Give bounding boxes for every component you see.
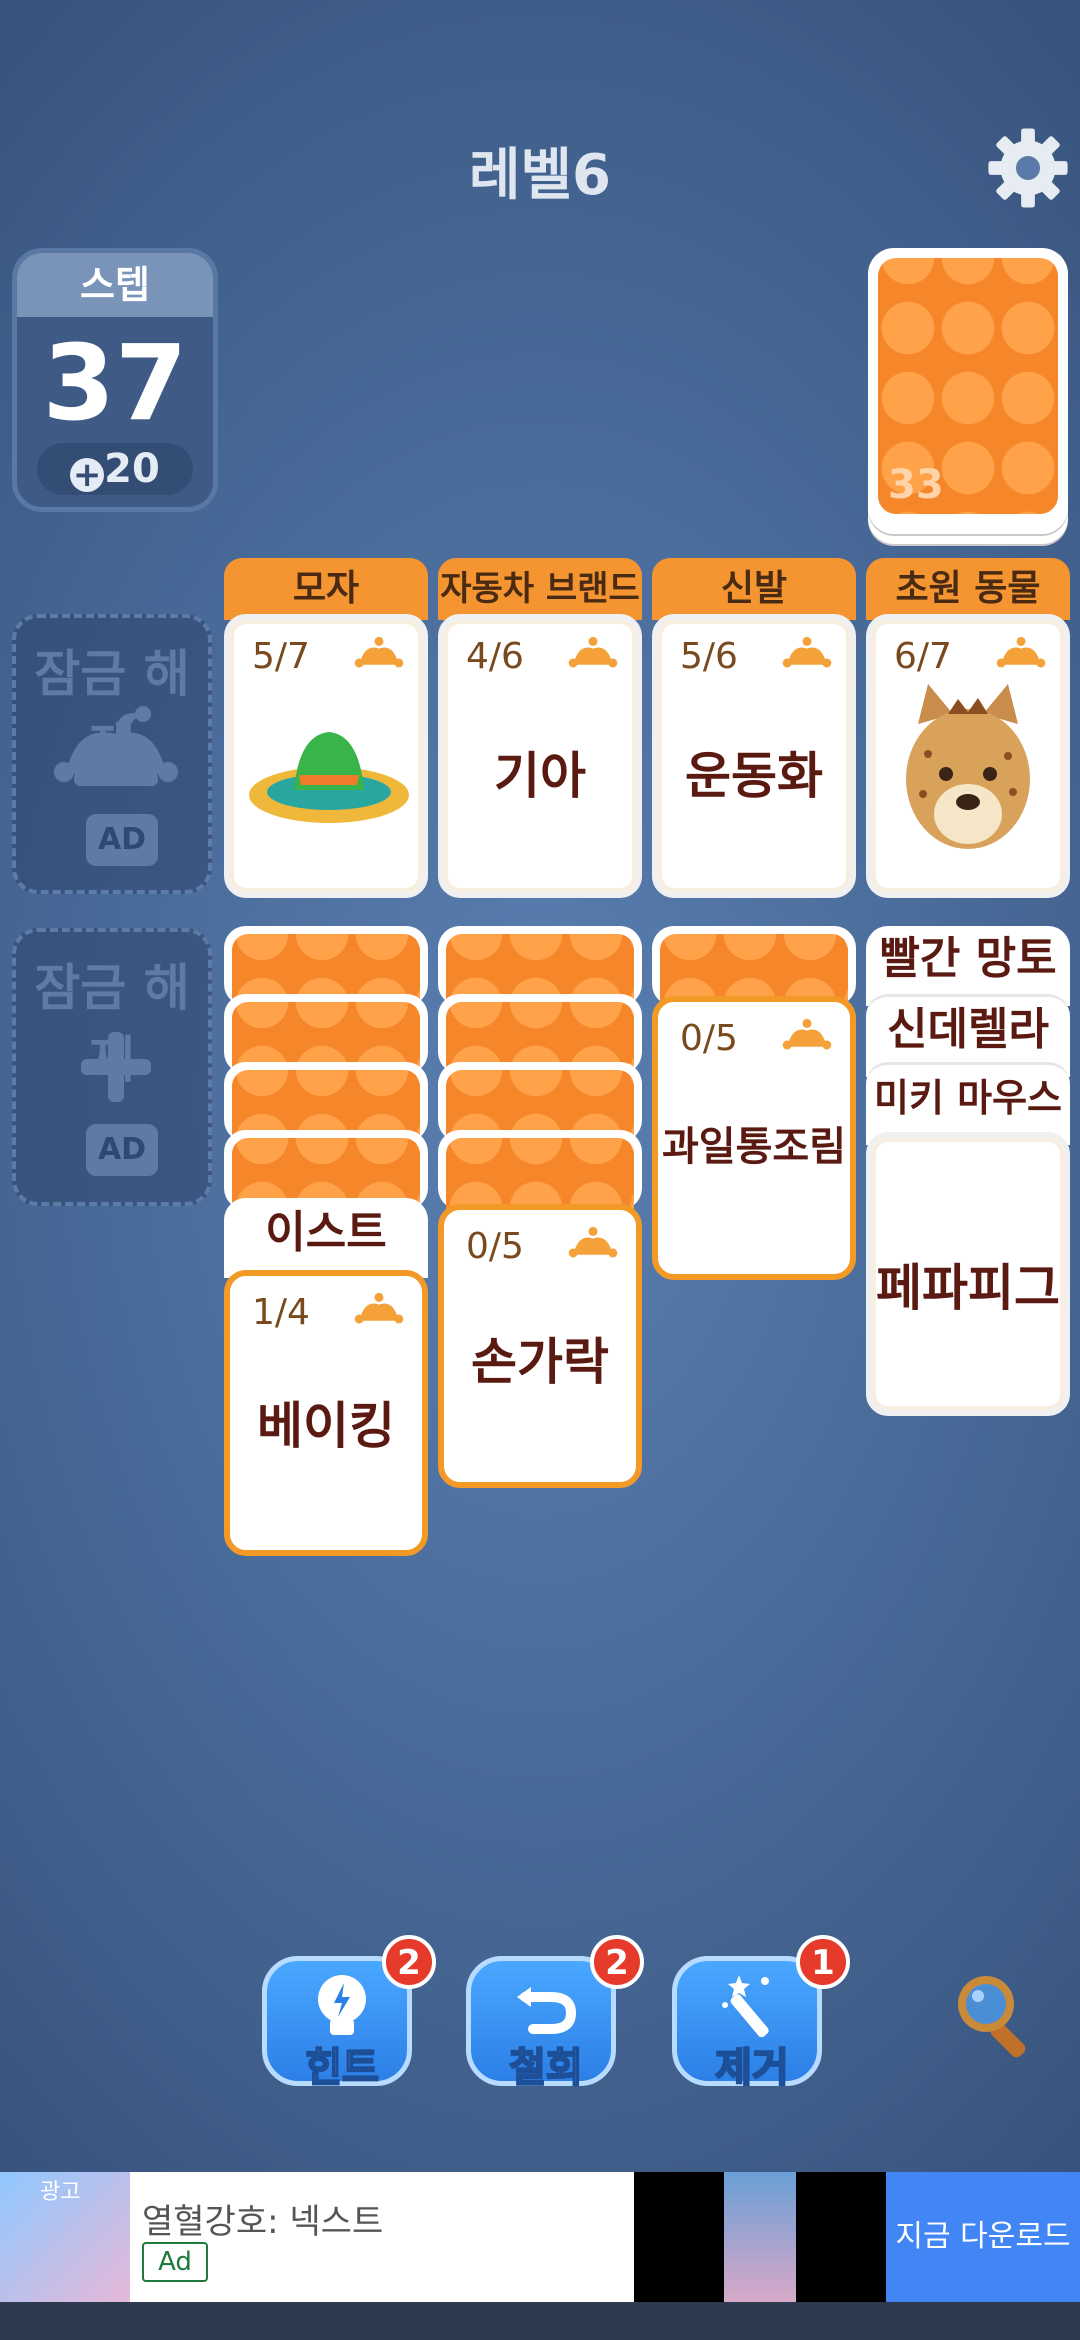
active-card-baking[interactable]: 1/4 베이킹	[224, 1270, 428, 1556]
card-word: 손가락	[471, 1333, 609, 1391]
add-steps-button[interactable]: +20	[37, 443, 193, 495]
card-word: 베이킹	[257, 1397, 395, 1455]
lightbulb-icon	[318, 1975, 366, 2035]
card-word: 기아	[494, 747, 586, 805]
ad-cta-button[interactable]: 지금 다운로드	[886, 2172, 1080, 2302]
category-tab-savanna-animals: 초원 동물	[866, 558, 1070, 620]
progress-count: 0/5	[680, 1018, 738, 1059]
progress-count: 0/5	[466, 1226, 524, 1267]
ad-video-icon: AD	[86, 814, 158, 866]
foundation-card-car-brands[interactable]: 4/6 기아	[438, 614, 642, 898]
card-word: 과일통조림	[662, 1124, 846, 1170]
magnifier-icon[interactable]	[950, 1968, 1040, 2058]
hyena-image	[906, 684, 1030, 849]
ad-image-strip	[634, 2172, 886, 2302]
foundation-card-shoes[interactable]: 5/6 운동화	[652, 614, 856, 898]
locked-slot-2[interactable]: 잠금 해제 AD	[12, 928, 212, 1206]
locked-slot-1[interactable]: 잠금 해제 AD	[12, 614, 212, 894]
magic-wand-icon	[722, 1975, 769, 2038]
category-tab-hats: 모자	[224, 558, 428, 620]
jester-hat-icon	[782, 636, 832, 668]
sombrero-image	[249, 732, 409, 823]
level-title: 레벨6	[468, 143, 611, 208]
category-tab-shoes: 신발	[652, 558, 856, 620]
jester-hat-icon	[782, 1018, 832, 1050]
jester-hat-icon	[354, 1292, 404, 1324]
foundation-card-hats[interactable]: 5/7	[224, 614, 428, 898]
ad-video-icon: AD	[86, 1124, 158, 1176]
active-card-canned-fruit[interactable]: 0/5 과일통조림	[652, 996, 856, 1280]
hint-badge: 2	[382, 1935, 436, 1989]
active-card-finger[interactable]: 0/5 손가락	[438, 1204, 642, 1488]
remove-badge: 1	[796, 1935, 850, 1989]
bonus-steps: 20	[104, 446, 160, 492]
jester-hat-icon	[996, 636, 1046, 668]
progress-count: 1/4	[252, 1292, 310, 1333]
ad-banner[interactable]: 광고 열혈강호: 넥스트 Ad 지금 다운로드	[0, 2172, 1080, 2302]
hint-label: 힌트	[304, 2044, 380, 2092]
step-label: 스텝	[17, 253, 213, 317]
progress-count: 5/6	[680, 636, 738, 677]
jester-hat-icon	[568, 636, 618, 668]
plus-icon	[81, 1032, 151, 1102]
ad-label: Ad	[142, 2242, 208, 2282]
undo-label: 철회	[508, 2044, 584, 2092]
ad-tag: 광고	[40, 2180, 81, 2205]
face-down-card	[438, 1130, 642, 1210]
remove-label: 제거	[714, 2044, 790, 2092]
progress-count: 6/7	[894, 636, 952, 677]
ad-title: 열혈강호: 넥스트	[142, 2202, 384, 2242]
face-down-card	[652, 926, 856, 1006]
card-word: 페파피그	[876, 1259, 1060, 1317]
progress-count: 5/7	[252, 636, 310, 677]
card-word: 운동화	[685, 747, 823, 805]
foundation-card-savanna-animals[interactable]: 6/7	[866, 614, 1070, 898]
progress-count: 4/6	[466, 636, 524, 677]
category-tab-car-brands: 자동차 브랜드	[438, 558, 642, 620]
gear-icon[interactable]	[985, 125, 1071, 211]
deck-count: 33	[888, 462, 944, 508]
bottom-bar	[0, 2302, 1080, 2340]
active-card-peppa-pig[interactable]: 페파피그	[866, 1132, 1070, 1416]
step-counter: 스텝 37 +20	[12, 248, 218, 512]
undo-badge: 2	[590, 1935, 644, 1989]
jester-hat-icon	[568, 1226, 618, 1258]
step-count: 37	[42, 322, 188, 444]
stacked-card-strip[interactable]: 이스트	[224, 1198, 428, 1278]
undo-icon	[517, 1987, 577, 2034]
jester-hat-icon	[354, 636, 404, 668]
jester-hat-icon	[54, 706, 178, 786]
plus-circle-icon: +	[70, 458, 105, 492]
